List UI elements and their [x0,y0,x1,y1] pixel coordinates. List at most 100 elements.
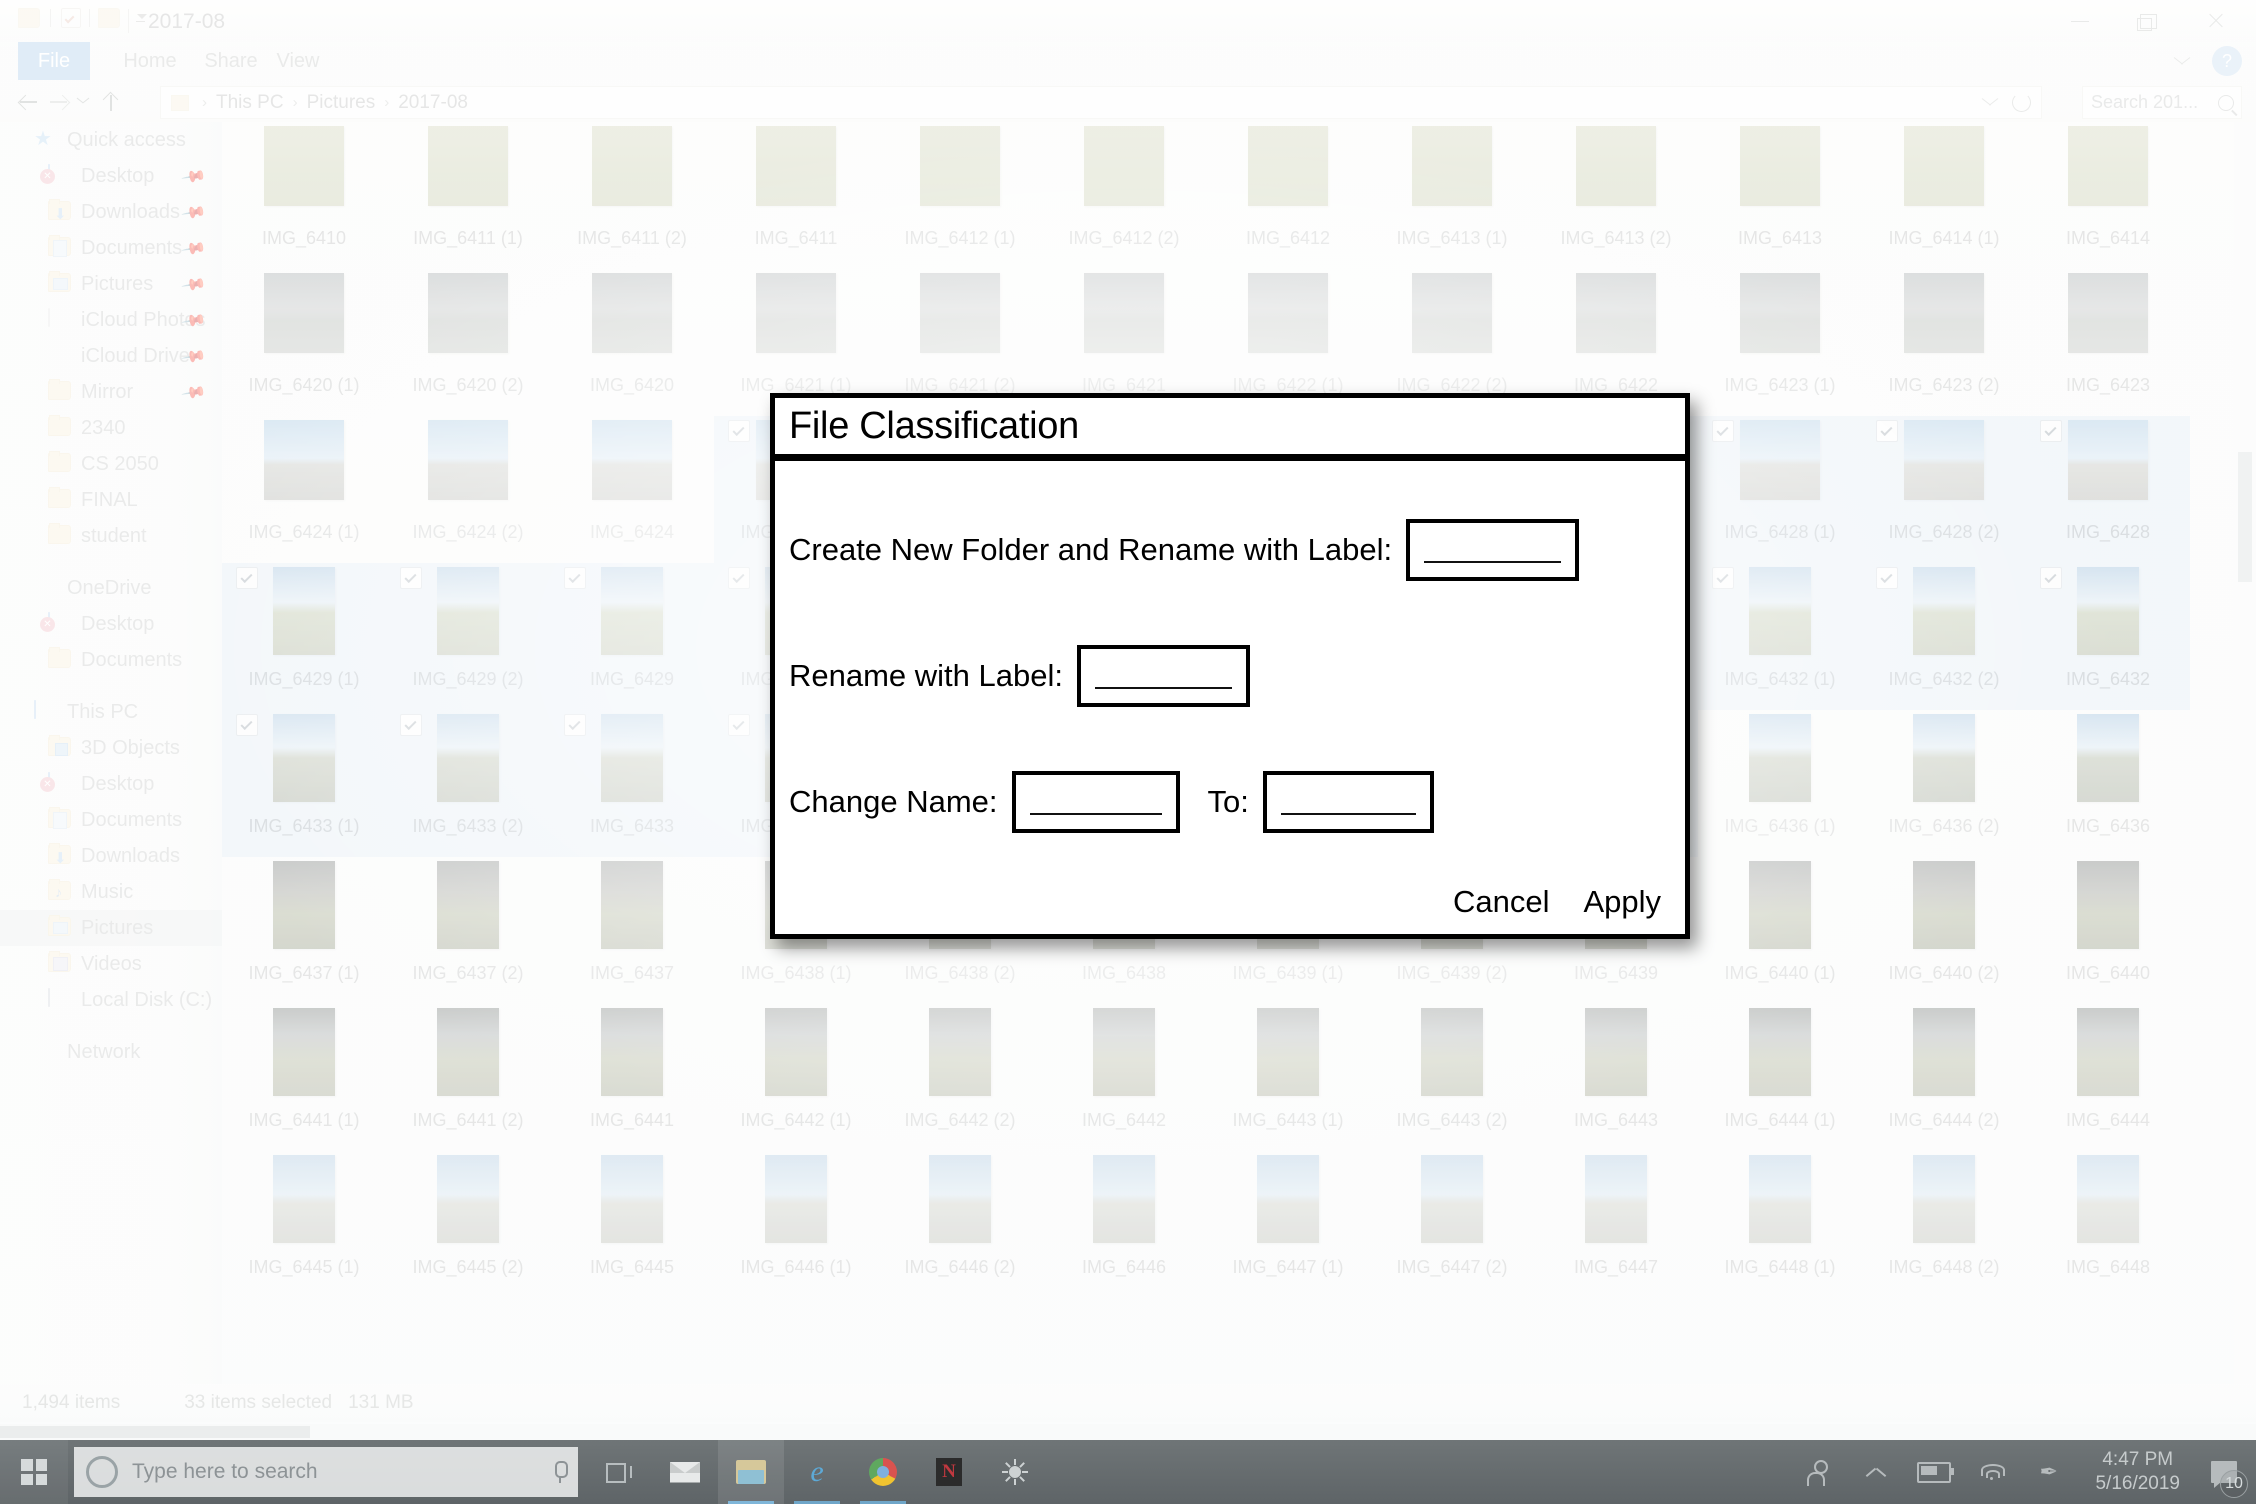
file-item[interactable]: IMG_6428 (2) [1862,416,2026,563]
up-button[interactable] [96,87,126,117]
file-checkbox[interactable] [400,567,422,589]
file-item[interactable]: IMG_6437 (2) [386,857,550,1004]
file-item[interactable]: IMG_6437 [550,857,714,1004]
sidebar-item-desktop[interactable]: ✕ Desktop [0,606,222,642]
file-item[interactable]: IMG_6420 [550,269,714,416]
file-item[interactable]: IMG_6447 (1) [1206,1151,1370,1298]
file-checkbox[interactable] [400,714,422,736]
file-item[interactable]: IMG_6428 (1) [1698,416,1862,563]
file-item[interactable]: IMG_6420 (1) [222,269,386,416]
file-item[interactable]: IMG_6424 [550,416,714,563]
file-item[interactable]: IMG_6440 (1) [1698,857,1862,1004]
help-icon[interactable]: ? [2212,46,2242,76]
task-view-icon[interactable] [586,1440,652,1504]
file-item[interactable]: IMG_6423 (2) [1862,269,2026,416]
sidebar-item-cs-2050[interactable]: CS 2050 [0,446,222,482]
sidebar-item-network[interactable]: Network [0,1034,222,1070]
file-item[interactable]: IMG_6441 (1) [222,1004,386,1151]
file-item[interactable]: IMG_6444 (1) [1698,1004,1862,1151]
scrollbar-thumb[interactable] [2238,452,2252,582]
breadcrumb-item-2017-08[interactable]: 2017-08 [396,92,470,114]
file-checkbox[interactable] [564,567,586,589]
file-checkbox[interactable] [728,714,750,736]
vertical-scrollbar[interactable] [2234,122,2256,1402]
file-item[interactable]: IMG_6432 [2026,563,2190,710]
sidebar-item-quick-access[interactable]: ★ Quick access [0,122,222,158]
tab-home[interactable]: Home [108,42,192,80]
file-item[interactable]: IMG_6411 (1) [386,122,550,269]
minimize-button[interactable] [2046,0,2114,42]
file-item[interactable]: IMG_6429 [550,563,714,710]
file-item[interactable]: IMG_6413 [1698,122,1862,269]
file-checkbox[interactable] [564,714,586,736]
clock[interactable]: 4:47 PM 5/16/2019 [2079,1440,2196,1504]
create-folder-label-input[interactable] [1406,519,1580,581]
sidebar-item-downloads[interactable]: ⬇ Downloads [0,838,222,874]
sidebar-item-downloads[interactable]: ⬇ Downloads 📌 [0,194,222,230]
file-item[interactable]: IMG_6442 (1) [714,1004,878,1151]
sidebar-item-videos[interactable]: Videos [0,946,222,982]
cancel-button[interactable]: Cancel [1453,884,1550,920]
file-item[interactable]: IMG_6414 [2026,122,2190,269]
navigation-pane[interactable]: ★ Quick access ✕ Desktop 📌 ⬇ Downloads 📌 Documen… [0,122,222,1422]
file-item[interactable]: IMG_6423 (1) [1698,269,1862,416]
file-checkbox[interactable] [1876,567,1898,589]
file-item[interactable]: IMG_6448 [2026,1151,2190,1298]
sidebar-item-icloud-drive[interactable]: iCloud Drive 📌 [0,338,222,374]
sidebar-item-desktop[interactable]: ✕ Desktop 📌 [0,158,222,194]
file-item[interactable]: IMG_6447 [1534,1151,1698,1298]
file-item[interactable]: IMG_6412 [1206,122,1370,269]
sidebar-item-final[interactable]: FINAL [0,482,222,518]
maximize-button[interactable] [2114,0,2182,42]
file-item[interactable]: IMG_6441 [550,1004,714,1151]
change-name-from-input[interactable] [1011,771,1180,833]
change-name-to-input[interactable] [1262,771,1434,833]
file-item[interactable]: IMG_6424 (1) [222,416,386,563]
file-item[interactable]: IMG_6448 (2) [1862,1151,2026,1298]
file-item[interactable]: IMG_6428 [2026,416,2190,563]
breadcrumb-item-pictures[interactable]: Pictures [305,92,378,114]
scrollbar-thumb[interactable] [0,1426,310,1438]
rename-label-input[interactable] [1077,645,1250,707]
file-item[interactable]: IMG_6441 (2) [386,1004,550,1151]
file-checkbox[interactable] [1876,420,1898,442]
sidebar-item-this-pc[interactable]: This PC [0,694,222,730]
file-item[interactable]: IMG_6442 (2) [878,1004,1042,1151]
file-item[interactable]: IMG_6411 (2) [550,122,714,269]
file-item[interactable]: IMG_6414 (1) [1862,122,2026,269]
file-item[interactable]: IMG_6440 [2026,857,2190,1004]
person-icon[interactable] [1789,1440,1847,1504]
sidebar-item-documents[interactable]: Documents [0,642,222,678]
breadcrumb-dropdown-icon[interactable] [1982,98,1998,107]
sidebar-item-documents[interactable]: Documents [0,802,222,838]
file-item[interactable]: IMG_6432 (1) [1698,563,1862,710]
wifi-icon[interactable] [1963,1440,2021,1504]
dropdown-caret-icon[interactable] [134,14,147,22]
file-item[interactable]: IMG_6440 (2) [1862,857,2026,1004]
horizontal-scrollbar[interactable] [0,1424,2256,1440]
forward-button[interactable] [44,87,74,117]
sidebar-item-3d-objects[interactable]: 3D Objects [0,730,222,766]
file-item[interactable]: IMG_6424 (2) [386,416,550,563]
file-item[interactable]: IMG_6444 (2) [1862,1004,2026,1151]
sidebar-item-onedrive[interactable]: OneDrive [0,570,222,606]
recent-locations-icon[interactable] [74,87,96,117]
file-item[interactable]: IMG_6443 (2) [1370,1004,1534,1151]
chrome-icon[interactable] [850,1440,916,1504]
file-checkbox[interactable] [728,420,750,442]
breadcrumb[interactable]: › This PC › Pictures › 2017-08 [160,86,2042,119]
brightness-icon[interactable] [982,1440,1048,1504]
breadcrumb-item-this-pc[interactable]: This PC [214,92,286,114]
battery-icon[interactable] [1905,1440,1963,1504]
show-hidden-icons-icon[interactable] [1847,1440,1905,1504]
file-item[interactable]: IMG_6433 (2) [386,710,550,857]
sidebar-item-pictures[interactable]: Pictures [0,910,222,946]
window-buttons[interactable] [2046,0,2250,42]
file-checkbox[interactable] [236,714,258,736]
search-input[interactable]: Search 201... [2082,86,2242,119]
sidebar-item-desktop[interactable]: ✕ Desktop [0,766,222,802]
tab-view[interactable]: View [258,42,338,80]
file-item[interactable]: IMG_6437 (1) [222,857,386,1004]
file-item[interactable]: IMG_6445 (1) [222,1151,386,1298]
file-checkbox[interactable] [2040,420,2062,442]
